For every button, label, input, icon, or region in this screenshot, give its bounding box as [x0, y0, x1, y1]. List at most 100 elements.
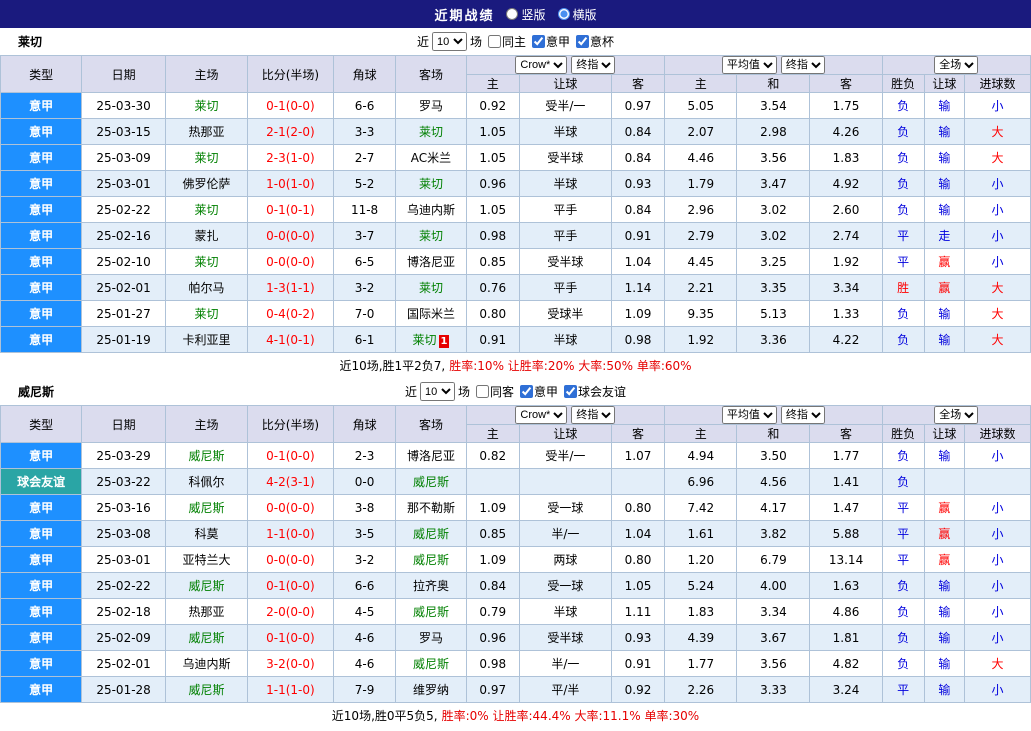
- handicap-result-cell: 输: [924, 93, 964, 119]
- avg-draw: 6.79: [737, 547, 810, 573]
- avg-home: 4.39: [665, 625, 737, 651]
- avg-home: 6.96: [665, 469, 737, 495]
- match-type-badge: 意甲: [1, 145, 82, 171]
- filter-check-club-friendly[interactable]: 球会友谊: [561, 383, 626, 400]
- recent-count-select[interactable]: 10: [420, 382, 455, 401]
- team-name-text: 威尼斯: [413, 475, 449, 489]
- handicap-result-cell: 输: [924, 677, 964, 703]
- result-cell: 平: [882, 249, 924, 275]
- recent-count-select[interactable]: 10: [432, 32, 467, 51]
- filter-check-same-home[interactable]: 同主: [485, 33, 526, 50]
- avg-home: 2.79: [665, 223, 737, 249]
- home-team-cell: 科莫: [165, 521, 247, 547]
- layout-option-horizontal[interactable]: 横版: [558, 6, 597, 23]
- odds-away: 0.91: [611, 651, 665, 677]
- bookmaker-select[interactable]: Crow*: [515, 56, 567, 74]
- avg-home: 4.45: [665, 249, 737, 275]
- odds-home: 0.85: [466, 521, 520, 547]
- home-team-cell: 威尼斯: [165, 443, 247, 469]
- horizontal-layout-radio[interactable]: [558, 8, 570, 20]
- handicap-result-cell: 输: [924, 301, 964, 327]
- layout-option-vertical[interactable]: 竖版: [506, 6, 545, 23]
- filter-check-same-away[interactable]: 同客: [473, 383, 514, 400]
- avg-away: 1.47: [810, 495, 882, 521]
- match-date: 25-03-30: [82, 93, 165, 119]
- filter-controls: 近 10 场 同主 意甲 意杯: [417, 32, 614, 51]
- result-cell: 负: [882, 651, 924, 677]
- vertical-layout-radio[interactable]: [506, 8, 518, 20]
- odds-away: 0.92: [611, 677, 665, 703]
- odds-away: 1.14: [611, 275, 665, 301]
- club-friendly-checkbox[interactable]: [564, 385, 577, 398]
- avg-source-select[interactable]: 平均值: [722, 406, 777, 424]
- home-team-cell: 佛罗伦萨: [165, 171, 247, 197]
- team-name-text: 莱切: [194, 307, 218, 321]
- goals-result-cell: 小: [964, 625, 1030, 651]
- serie-a-checkbox[interactable]: [520, 385, 533, 398]
- avg-draw: 3.56: [737, 651, 810, 677]
- result-cell: 负: [882, 327, 924, 353]
- home-team-cell: 热那亚: [165, 599, 247, 625]
- avg-draw: 3.35: [737, 275, 810, 301]
- avg-draw: 3.36: [737, 327, 810, 353]
- avg-draw: 4.56: [737, 469, 810, 495]
- avg-source-select[interactable]: 平均值: [722, 56, 777, 74]
- avg-stage-select[interactable]: 终指: [781, 56, 825, 74]
- odds-home: 0.92: [466, 93, 520, 119]
- col-odds-away: 客: [611, 75, 665, 93]
- team-name-text: 博洛尼亚: [407, 449, 455, 463]
- goals-result-cell: 小: [964, 547, 1030, 573]
- bookmaker-select[interactable]: Crow*: [515, 406, 567, 424]
- team-name-text: 热那亚: [188, 125, 224, 139]
- avg-draw: 3.82: [737, 521, 810, 547]
- avg-draw: 3.47: [737, 171, 810, 197]
- match-row: 意甲25-03-29威尼斯0-1(0-0)2-3博洛尼亚0.82受半/一1.07…: [1, 443, 1031, 469]
- result-cell: 负: [882, 197, 924, 223]
- filter-check-serie-a[interactable]: 意甲: [529, 33, 570, 50]
- match-date: 25-03-16: [82, 495, 165, 521]
- same-home-checkbox[interactable]: [488, 35, 501, 48]
- result-cell: 平: [882, 223, 924, 249]
- odds-home: 0.91: [466, 327, 520, 353]
- team-name-text: 莱切: [419, 229, 443, 243]
- home-team-cell: 莱切: [165, 93, 247, 119]
- goals-result-cell: 大: [964, 275, 1030, 301]
- away-team-cell: 莱切: [396, 119, 466, 145]
- handicap-result-cell: 走: [924, 223, 964, 249]
- result-cell: 负: [882, 171, 924, 197]
- team-name-text: 国际米兰: [407, 307, 455, 321]
- checkbox-label: 同客: [490, 383, 514, 400]
- odds-stage-select[interactable]: 终指: [571, 56, 615, 74]
- odds-home: 0.76: [466, 275, 520, 301]
- away-team-cell: 威尼斯: [396, 521, 466, 547]
- avg-stage-select[interactable]: 终指: [781, 406, 825, 424]
- handicap-result-cell: 输: [924, 573, 964, 599]
- scope-select[interactable]: 全场: [934, 406, 978, 424]
- coppa-checkbox[interactable]: [576, 35, 589, 48]
- filter-check-coppa[interactable]: 意杯: [573, 33, 614, 50]
- away-team-cell: 那不勒斯: [396, 495, 466, 521]
- scope-select[interactable]: 全场: [934, 56, 978, 74]
- odds-away: 1.04: [611, 521, 665, 547]
- odds-line: 受一球: [520, 573, 612, 599]
- away-team-cell: 罗马: [396, 625, 466, 651]
- team-name-text: 莱切: [194, 99, 218, 113]
- odds-stage-select[interactable]: 终指: [571, 406, 615, 424]
- odds-away: 0.98: [611, 327, 665, 353]
- away-team-cell: 博洛尼亚: [396, 249, 466, 275]
- avg-away: 4.86: [810, 599, 882, 625]
- serie-a-checkbox[interactable]: [532, 35, 545, 48]
- corner-score: 3-2: [333, 547, 396, 573]
- goals-result-cell: 小: [964, 197, 1030, 223]
- odds-line: 平手: [520, 275, 612, 301]
- match-date: 25-02-22: [82, 573, 165, 599]
- filter-check-serie-a[interactable]: 意甲: [517, 383, 558, 400]
- team-name-text: 科佩尔: [188, 475, 224, 489]
- handicap-result-cell: 输: [924, 197, 964, 223]
- match-date: 25-01-27: [82, 301, 165, 327]
- odds-home: 0.80: [466, 301, 520, 327]
- team-name-text: 莱切: [194, 255, 218, 269]
- summary-rates: 胜率:0% 让胜率:44.4% 大率:11.1% 单率:30%: [442, 707, 700, 724]
- match-date: 25-03-08: [82, 521, 165, 547]
- same-away-checkbox[interactable]: [476, 385, 489, 398]
